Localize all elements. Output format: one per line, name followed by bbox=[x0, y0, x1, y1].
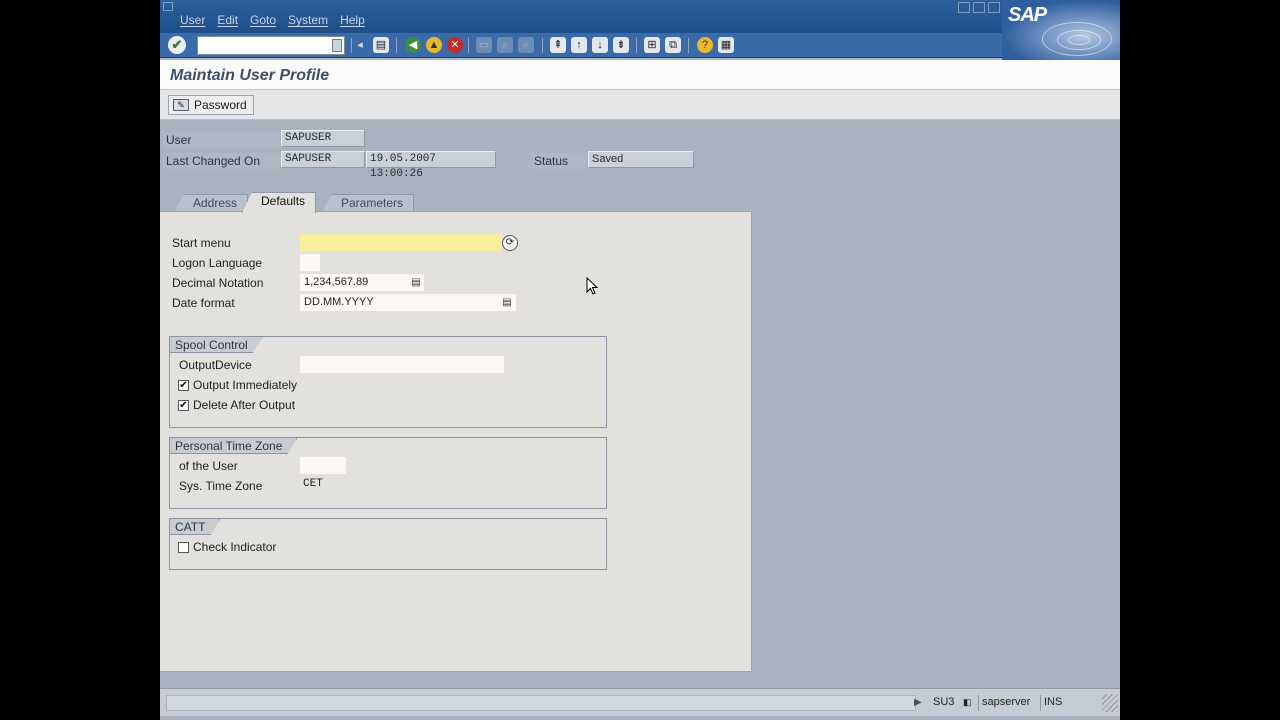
personal-time-zone-title: Personal Time Zone bbox=[170, 438, 297, 454]
mouse-pointer-icon bbox=[586, 277, 598, 295]
menu-goto[interactable]: Goto bbox=[250, 13, 276, 27]
decimal-notation-label: Decimal Notation bbox=[172, 276, 264, 290]
exit-icon[interactable]: ▲ bbox=[426, 37, 442, 53]
spool-control-title: Spool Control bbox=[170, 337, 263, 353]
output-device-label: OutputDevice bbox=[179, 358, 252, 372]
find-icon[interactable]: ⌕ bbox=[497, 37, 513, 53]
standard-toolbar: ✔ ◂ ▤ ◀ ▲ ✕ ▭ ⌕ ⌕ ⇞ ↑ ↓ ⇟ ⊞ ⧉ ? ▦ bbox=[160, 33, 1002, 58]
close-icon[interactable] bbox=[988, 2, 1000, 13]
menu-bar: User Edit Goto System Help bbox=[160, 0, 1120, 33]
tab-address-label: Address bbox=[193, 196, 238, 210]
output-immediately-label: Output Immediately bbox=[193, 378, 298, 392]
date-format-label: Date format bbox=[172, 296, 235, 310]
menu-system[interactable]: System bbox=[288, 13, 328, 27]
delete-after-output-label: Delete After Output bbox=[193, 398, 296, 412]
command-field[interactable] bbox=[197, 36, 345, 55]
sys-time-zone-label: Sys. Time Zone bbox=[179, 479, 263, 493]
layout-menu-icon[interactable]: ▦ bbox=[718, 37, 734, 53]
decimal-notation-field[interactable]: 1,234,567.89 bbox=[300, 274, 424, 291]
back-icon[interactable]: ◀ bbox=[405, 37, 421, 53]
last-changed-label: Last Changed On bbox=[162, 153, 280, 169]
help-icon[interactable]: ? bbox=[697, 37, 713, 53]
status-toggle-icon[interactable]: ▶ bbox=[914, 697, 922, 708]
menu-help[interactable]: Help bbox=[340, 13, 365, 27]
user-field[interactable]: SAPUSER bbox=[281, 130, 365, 147]
output-immediately-checkbox[interactable]: ✔ bbox=[178, 380, 189, 391]
catt-group: CATT Check Indicator bbox=[169, 518, 607, 570]
save-icon[interactable]: ▤ bbox=[373, 37, 389, 53]
output-device-field[interactable] bbox=[300, 356, 504, 373]
command-field-input[interactable] bbox=[198, 37, 326, 54]
decimal-notation-dropdown-icon[interactable]: ▤ bbox=[410, 276, 422, 289]
password-button-label: Password bbox=[194, 98, 247, 112]
changed-datetime-field[interactable]: 19.05.2007 13:00:26 bbox=[366, 151, 496, 180]
maximize-icon[interactable] bbox=[973, 2, 985, 13]
start-menu-search-icon[interactable]: ⟳ bbox=[502, 235, 518, 251]
shortcut-icon[interactable]: ⧉ bbox=[665, 37, 681, 53]
password-button[interactable]: ✎ Password bbox=[168, 95, 254, 115]
sys-time-zone-value: CET bbox=[303, 478, 323, 490]
spool-control-group: Spool Control OutputDevice ✔ Output Imme… bbox=[169, 336, 607, 428]
menu-user[interactable]: User bbox=[180, 13, 205, 27]
server-name: sapserver bbox=[978, 695, 1033, 711]
start-menu-label: Start menu bbox=[172, 236, 231, 250]
session-menu-icon[interactable]: ◧ bbox=[960, 695, 975, 711]
date-format-field[interactable]: DD.MM.YYYY bbox=[300, 294, 516, 311]
title-bar: Maintain User Profile bbox=[160, 60, 1120, 90]
date-format-dropdown-icon[interactable]: ▤ bbox=[501, 296, 513, 309]
catt-title: CATT bbox=[170, 519, 220, 535]
check-indicator-checkbox[interactable] bbox=[178, 542, 189, 553]
previous-page-icon[interactable]: ↑ bbox=[571, 37, 587, 53]
window-icon[interactable] bbox=[163, 2, 173, 11]
transaction-code: SU3 bbox=[933, 696, 955, 708]
sap-logo: SAP bbox=[1002, 0, 1120, 60]
find-next-icon[interactable]: ⌕ bbox=[518, 37, 534, 53]
delete-after-output-checkbox[interactable]: ✔ bbox=[178, 400, 189, 411]
password-icon: ✎ bbox=[173, 99, 189, 111]
tab-defaults[interactable]: Defaults bbox=[242, 192, 317, 213]
minimize-icon[interactable] bbox=[958, 2, 970, 13]
start-menu-field[interactable] bbox=[300, 234, 502, 251]
sap-gui-window: User Edit Goto System Help SAP ✔ ◂ ▤ ◀ ▲… bbox=[160, 0, 1120, 720]
status-bar: ▶ SU3 ◧ sapserver INS bbox=[160, 688, 1120, 716]
toolbar-collapse-icon[interactable]: ◂ bbox=[356, 37, 364, 53]
logon-language-label: Logon Language bbox=[172, 256, 263, 270]
user-label: User bbox=[162, 132, 280, 148]
defaults-tab-panel: Start menu ⟳ Logon Language Decimal Nota… bbox=[160, 211, 752, 672]
last-page-icon[interactable]: ⇟ bbox=[613, 37, 629, 53]
insert-mode[interactable]: INS bbox=[1040, 695, 1065, 711]
status-field[interactable]: Saved bbox=[588, 151, 694, 168]
resize-grip-icon[interactable] bbox=[1102, 694, 1118, 712]
application-toolbar: ✎ Password bbox=[160, 90, 1120, 120]
cancel-icon[interactable]: ✕ bbox=[447, 37, 463, 53]
next-page-icon[interactable]: ↓ bbox=[592, 37, 608, 53]
menu-edit[interactable]: Edit bbox=[217, 13, 238, 27]
tab-defaults-label: Defaults bbox=[261, 194, 306, 208]
page-title: Maintain User Profile bbox=[170, 67, 330, 84]
tab-address[interactable]: Address bbox=[174, 194, 249, 212]
tab-parameters[interactable]: Parameters bbox=[322, 194, 415, 212]
user-time-zone-field[interactable] bbox=[300, 457, 346, 474]
status-label: Status bbox=[530, 153, 586, 169]
check-indicator-label: Check Indicator bbox=[193, 540, 277, 554]
command-history-icon[interactable] bbox=[332, 39, 342, 52]
enter-icon[interactable]: ✔ bbox=[168, 36, 186, 54]
sap-logo-text: SAP bbox=[1008, 4, 1047, 26]
tab-parameters-label: Parameters bbox=[341, 196, 404, 210]
status-message bbox=[166, 695, 916, 711]
print-icon[interactable]: ▭ bbox=[476, 37, 492, 53]
personal-time-zone-group: Personal Time Zone of the User Sys. Time… bbox=[169, 437, 607, 509]
logon-language-field[interactable] bbox=[300, 254, 320, 271]
changed-by-field[interactable]: SAPUSER bbox=[281, 151, 365, 168]
of-the-user-label: of the User bbox=[179, 459, 238, 473]
first-page-icon[interactable]: ⇞ bbox=[550, 37, 566, 53]
create-session-icon[interactable]: ⊞ bbox=[644, 37, 660, 53]
